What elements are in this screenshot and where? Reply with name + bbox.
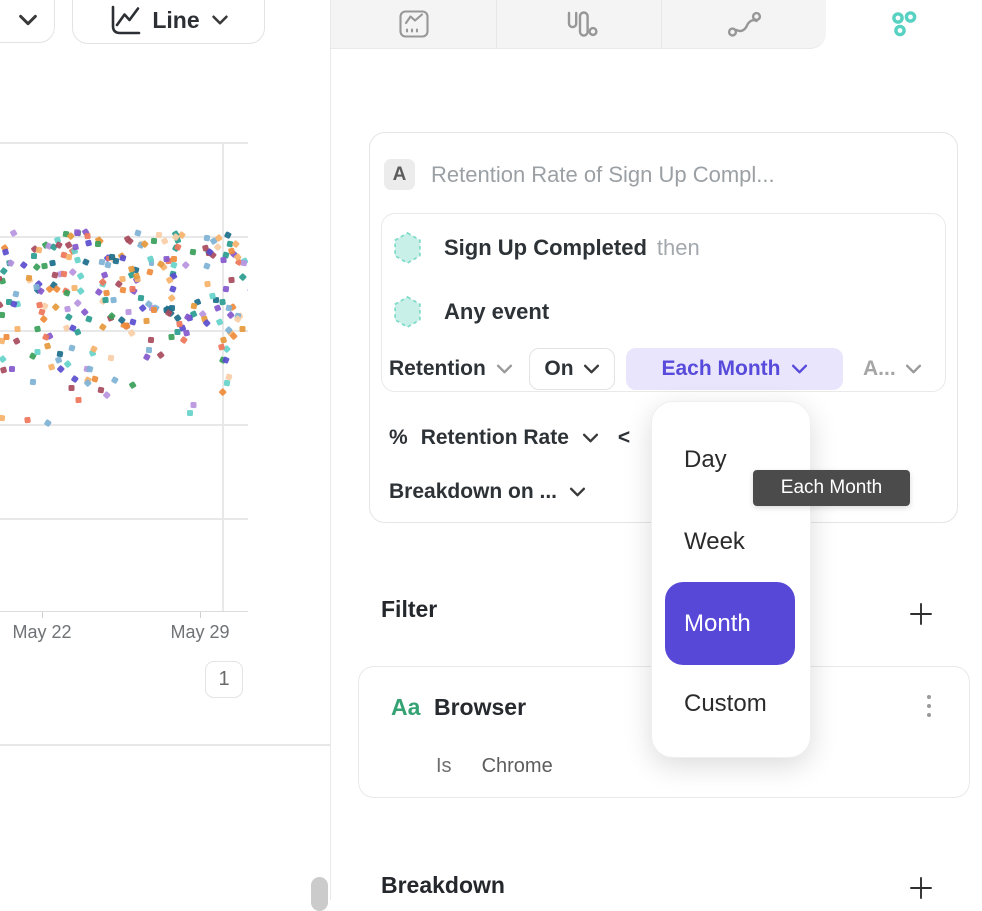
gridline: [0, 142, 248, 144]
metrics-chart-icon: [397, 8, 431, 40]
chevron-down-icon: [582, 431, 599, 445]
bar-chart-icon: [561, 11, 598, 38]
axis-tick: [42, 612, 44, 618]
chart-panel: Line May 22 May 29 1: [0, 0, 331, 900]
line-chart-icon: [108, 5, 141, 36]
menu-item-day[interactable]: Day: [684, 446, 727, 474]
metric-label: Retention Rate: [421, 426, 569, 450]
filter-value: Chrome: [482, 755, 553, 778]
flow-squiggle-icon: [727, 11, 762, 38]
breakdown-on-label: Breakdown on ...: [389, 480, 557, 504]
chart-type-label: Line: [152, 7, 199, 34]
percent-icon: %: [389, 426, 408, 450]
property-type-badge: Aa: [391, 694, 420, 721]
retention-scatter-plot: [0, 60, 248, 612]
axis-tick: [200, 612, 202, 618]
on-label: On: [544, 357, 573, 381]
chevron-down-icon: [211, 13, 229, 27]
horizontal-divider: [0, 744, 331, 746]
collapsed-dropdown-button[interactable]: [0, 0, 55, 43]
chevron-down-icon: [905, 362, 922, 376]
chevron-down-icon: [791, 362, 808, 376]
retention-label: Retention: [389, 357, 486, 381]
each-month-tooltip: Each Month: [753, 470, 910, 506]
x-axis-label: May 29: [158, 622, 242, 643]
x-axis-label: May 22: [0, 622, 84, 643]
event-hexagon-icon: [393, 295, 422, 329]
query-label-badge: A: [384, 159, 415, 190]
breakdown-section-header: Breakdown: [381, 872, 505, 899]
chevron-down-icon: [583, 362, 600, 376]
chevron-down-icon: [569, 485, 586, 499]
interval-dropdown-menu: Day Week Month Custom: [651, 401, 811, 758]
pagination-button[interactable]: 1: [205, 661, 243, 698]
menu-item-custom[interactable]: Custom: [684, 690, 767, 718]
property-name[interactable]: Browser: [434, 694, 526, 721]
event-name: Any event: [444, 299, 549, 325]
interval-dropdown-trigger[interactable]: Each Month: [626, 348, 843, 390]
menu-item-week[interactable]: Week: [684, 528, 745, 556]
chevron-down-icon: [18, 12, 38, 28]
tab-scatter-dots-active[interactable]: [826, 0, 982, 48]
breakdown-on-dropdown[interactable]: Breakdown on ...: [389, 477, 586, 507]
overflow-dropdown[interactable]: A...: [863, 348, 922, 390]
chevron-down-icon: [496, 362, 513, 376]
filter-condition-row[interactable]: Is Chrome: [436, 755, 553, 778]
metric-dropdown[interactable]: % Retention Rate <: [389, 423, 630, 453]
event-row-signup[interactable]: Sign Up Completed then: [393, 231, 700, 265]
metric-trailing-text: <: [618, 426, 630, 450]
event-hexagon-icon: [393, 231, 422, 265]
event-suffix: then: [657, 235, 700, 261]
tab-flow-squiggle[interactable]: [661, 0, 826, 48]
add-filter-button[interactable]: [908, 601, 934, 627]
gridline: [0, 518, 248, 520]
interval-label: Each Month: [662, 357, 781, 381]
menu-item-month-selected[interactable]: Month: [665, 582, 795, 665]
chart-type-tabs: [331, 0, 826, 49]
chart-type-button[interactable]: Line: [72, 0, 265, 44]
add-breakdown-button[interactable]: [908, 875, 934, 901]
tab-metrics-chart[interactable]: [331, 0, 496, 48]
scatter-dots-icon: [890, 11, 920, 38]
gridline: [0, 424, 248, 426]
config-panel: A Retention Rate of Sign Up Compl... Sig…: [330, 0, 982, 900]
tab-bar-chart[interactable]: [496, 0, 661, 48]
plus-icon: [908, 601, 934, 627]
query-title[interactable]: Retention Rate of Sign Up Compl...: [431, 162, 775, 188]
gridline: [222, 142, 224, 612]
event-row-any-event[interactable]: Any event: [393, 295, 549, 329]
event-name: Sign Up Completed: [444, 235, 647, 261]
plus-icon: [908, 875, 934, 901]
scrollbar-thumb[interactable]: [311, 877, 328, 911]
filter-operator: Is: [436, 755, 452, 778]
kebab-menu-icon[interactable]: [923, 695, 935, 717]
overflow-label: A...: [863, 357, 896, 381]
retention-dropdown[interactable]: Retention: [389, 348, 513, 390]
filter-section-header: Filter: [381, 596, 437, 623]
on-dropdown[interactable]: On: [529, 348, 615, 390]
